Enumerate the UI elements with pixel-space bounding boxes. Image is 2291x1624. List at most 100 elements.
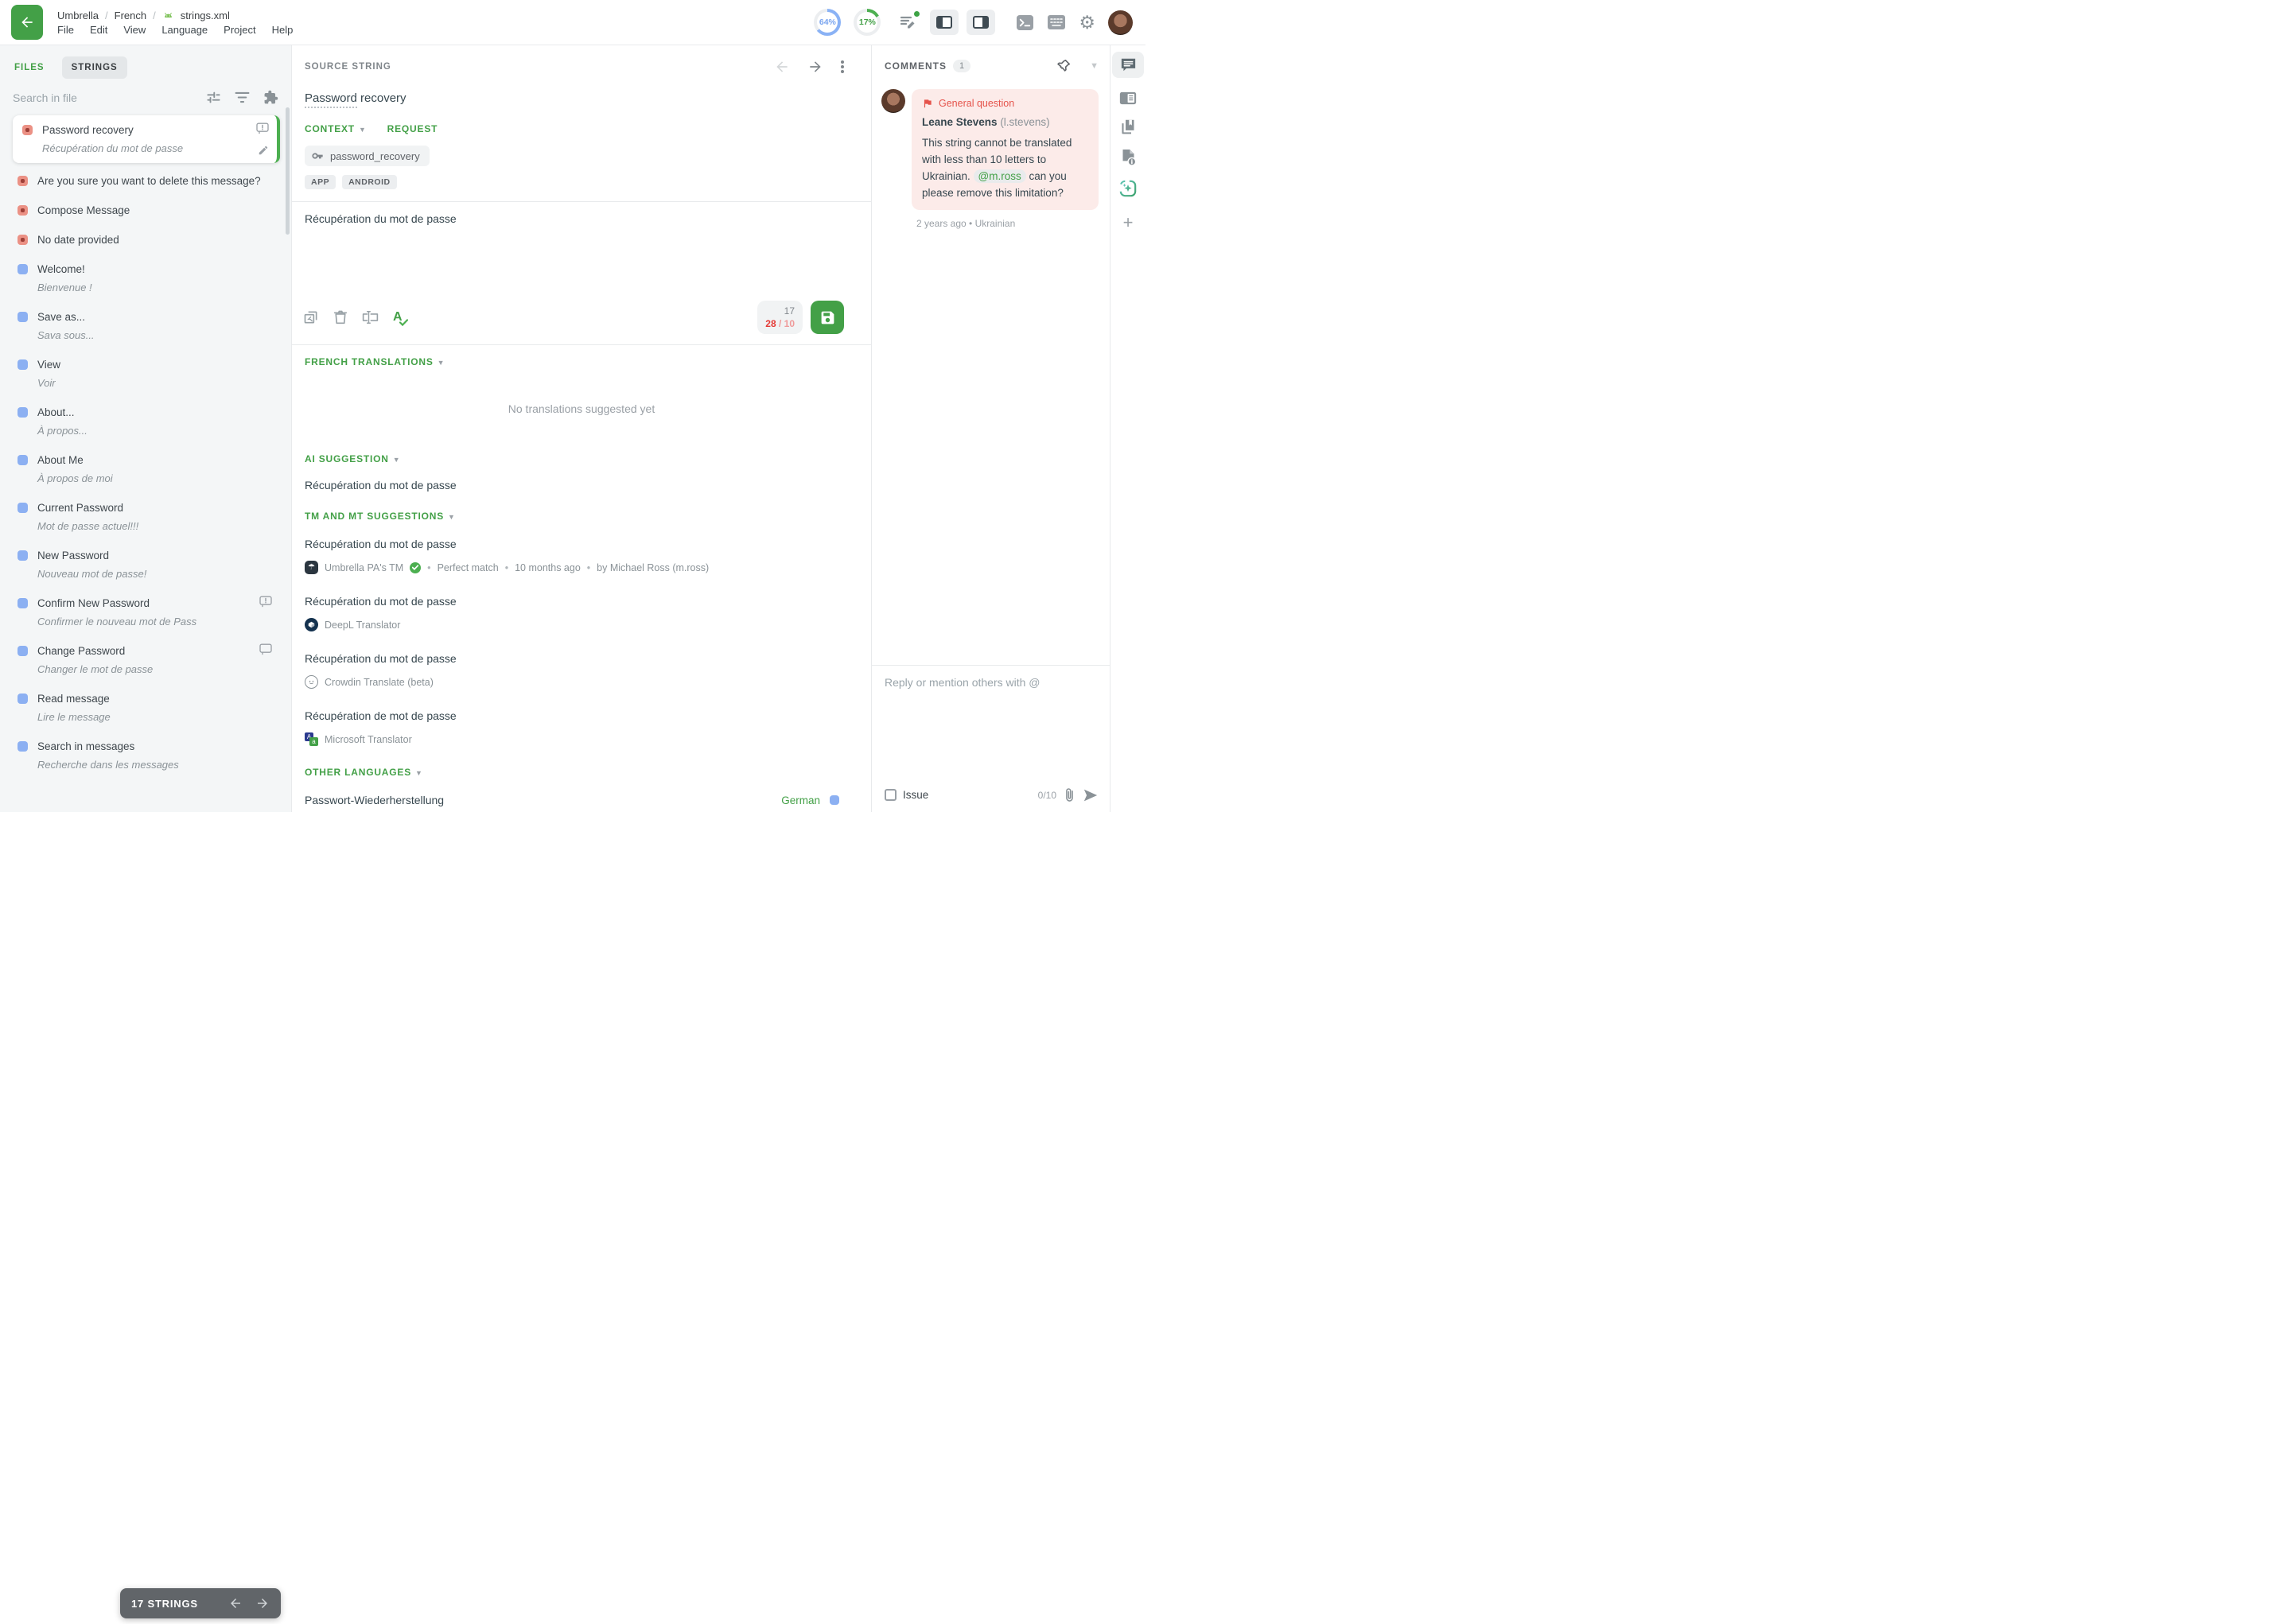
ai-suggestion-section[interactable]: AI SUGGESTION▼ <box>305 453 858 464</box>
edit-pencil-icon[interactable] <box>258 145 269 156</box>
spellcheck-button[interactable]: A <box>393 310 403 324</box>
unpin-icon[interactable] <box>1056 58 1072 73</box>
toast-previous-button[interactable] <box>228 1596 243 1610</box>
comment-exclaim-icon[interactable] <box>259 596 272 608</box>
string-row[interactable]: Current Password Mot de passe actuel!!! <box>13 493 280 541</box>
menu-help[interactable]: Help <box>272 24 294 36</box>
string-row[interactable]: Save as... Sava sous... <box>13 302 280 350</box>
tag-android[interactable]: ANDROID <box>342 175 397 189</box>
search-input[interactable] <box>13 91 206 104</box>
provider-name[interactable]: Umbrella PA's TM <box>325 562 403 573</box>
string-row[interactable]: Search in messages Recherche dans les me… <box>13 732 280 779</box>
string-row[interactable]: No date provided <box>13 225 280 254</box>
string-translation: Confirmer le nouveau mot de Pass <box>37 615 256 629</box>
settings-button[interactable]: ⚙ <box>1079 14 1095 32</box>
breadcrumb-language[interactable]: French <box>115 10 146 21</box>
string-row[interactable]: New Password Nouveau mot de passe! <box>13 541 280 589</box>
comment-icon[interactable] <box>259 643 272 655</box>
glossary-term[interactable]: Password <box>305 91 357 108</box>
menu-file[interactable]: File <box>57 24 74 36</box>
string-row[interactable]: Confirm New Password Confirmer le nouvea… <box>13 589 280 636</box>
tune-icon[interactable] <box>206 90 221 105</box>
chevron-down-icon: ▼ <box>438 359 445 367</box>
menu-language[interactable]: Language <box>161 24 208 36</box>
send-comment-button[interactable] <box>1083 788 1099 802</box>
provider-name[interactable]: Microsoft Translator <box>325 734 412 745</box>
tag-app[interactable]: APP <box>305 175 336 189</box>
rail-add-button[interactable]: + <box>1123 214 1134 231</box>
more-options-button[interactable] <box>841 60 844 73</box>
breadcrumb-file[interactable]: strings.xml <box>181 10 230 21</box>
reply-input[interactable]: Reply or mention others with @ <box>885 676 1099 787</box>
translation-input[interactable]: Récupération du mot de passe <box>292 202 871 296</box>
string-row[interactable]: Welcome! Bienvenue ! <box>13 254 280 302</box>
suggestion-text[interactable]: Récupération du mot de passe <box>305 538 858 550</box>
language-link[interactable]: German <box>781 795 820 806</box>
toggle-left-panel-button[interactable] <box>930 10 959 35</box>
other-language-text[interactable]: Passwort-Wiederherstellung <box>305 794 444 806</box>
suggestion-text[interactable]: Récupération du mot de passe <box>305 652 858 665</box>
sidebar-scrollbar[interactable] <box>286 107 290 235</box>
issue-checkbox[interactable] <box>885 789 897 801</box>
translated-progress[interactable]: 64% <box>814 9 841 36</box>
string-source: About... <box>37 405 272 420</box>
filter-icon[interactable] <box>235 91 250 103</box>
suggestion-text[interactable]: Récupération du mot de passe <box>305 595 858 608</box>
search-tools <box>206 90 278 105</box>
context-row: CONTEXT▼ REQUEST <box>305 123 858 134</box>
chevron-down-icon: ▼ <box>415 769 423 777</box>
tm-mt-section[interactable]: TM AND MT SUGGESTIONS▼ <box>305 511 858 522</box>
menu-edit[interactable]: Edit <box>90 24 107 36</box>
menu-view[interactable]: View <box>123 24 146 36</box>
string-row[interactable]: Are you sure you want to delete this mes… <box>13 166 280 196</box>
tab-strings[interactable]: STRINGS <box>62 56 127 79</box>
breadcrumb-project[interactable]: Umbrella <box>57 10 99 21</box>
rail-glossary-button[interactable] <box>1120 118 1137 135</box>
commenter-avatar[interactable] <box>881 89 905 113</box>
select-text-button[interactable] <box>362 309 379 325</box>
suggestion-text[interactable]: Récupération de mot de passe <box>305 709 858 722</box>
rail-context-button[interactable] <box>1119 91 1137 105</box>
string-row[interactable]: Read message Lire le message <box>13 684 280 732</box>
request-button[interactable]: REQUEST <box>387 123 438 134</box>
string-row[interactable]: View Voir <box>13 350 280 398</box>
console-button[interactable] <box>1016 14 1034 31</box>
rail-file-info-button[interactable] <box>1120 149 1137 166</box>
rail-comments-button[interactable] <box>1112 52 1144 78</box>
next-string-button[interactable] <box>807 59 823 75</box>
tab-files[interactable]: FILES <box>13 56 54 79</box>
menu-project[interactable]: Project <box>224 24 255 36</box>
string-key-chip[interactable]: password_recovery <box>305 146 430 166</box>
string-row[interactable]: About... À propos... <box>13 398 280 445</box>
comment-author[interactable]: Leane Stevens <box>922 116 998 128</box>
provider-name[interactable]: Crowdin Translate (beta) <box>325 677 434 688</box>
french-translations-section[interactable]: FRENCH TRANSLATIONS▼ <box>305 356 858 367</box>
copy-source-button[interactable] <box>303 309 319 325</box>
editor-mode-button[interactable] <box>898 13 917 32</box>
rail-ai-button[interactable] <box>1119 180 1137 197</box>
string-row[interactable]: About Me À propos de moi <box>13 445 280 493</box>
clear-translation-button[interactable] <box>333 309 348 325</box>
comment-exclaim-icon[interactable] <box>256 122 269 134</box>
toggle-right-panel-button[interactable] <box>967 10 995 35</box>
provider-name[interactable]: DeepL Translator <box>325 620 400 631</box>
toast-next-button[interactable] <box>255 1596 270 1610</box>
comment-meta: 2 years ago • Ukrainian <box>916 218 1110 229</box>
back-button[interactable] <box>11 5 43 40</box>
save-button[interactable] <box>811 301 844 334</box>
chevron-down-icon[interactable]: ▼ <box>1090 61 1099 71</box>
mention-link[interactable]: @m.ross <box>974 169 1026 183</box>
string-row[interactable]: Compose Message <box>13 196 280 225</box>
string-row-selected[interactable]: Password recovery Récupération du mot de… <box>13 115 280 163</box>
previous-string-button[interactable] <box>774 59 790 75</box>
context-dropdown[interactable]: CONTEXT▼ <box>305 123 367 134</box>
ai-suggestion-text[interactable]: Récupération du mot de passe <box>305 479 858 491</box>
user-avatar[interactable] <box>1108 10 1133 35</box>
approved-progress[interactable]: 17% <box>854 9 881 36</box>
attach-file-button[interactable] <box>1063 787 1076 802</box>
string-row[interactable]: Change Password Changer le mot de passe <box>13 636 280 684</box>
shortcuts-button[interactable] <box>1047 14 1066 30</box>
other-languages-section[interactable]: OTHER LANGUAGES▼ <box>305 767 858 778</box>
suggestion-meta: A a Microsoft Translator <box>305 732 858 746</box>
puzzle-icon[interactable] <box>263 90 278 105</box>
